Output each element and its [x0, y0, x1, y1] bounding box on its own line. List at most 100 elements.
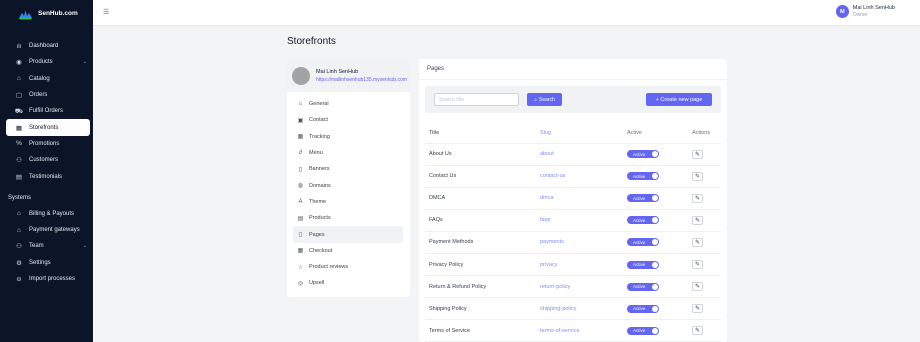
edit-button[interactable]: ✎ — [692, 193, 703, 203]
store-menu-general[interactable]: ⌂ General — [287, 96, 403, 112]
truck-icon: ⛟ — [14, 107, 24, 115]
store-menu-contact[interactable]: ▣ Contact — [287, 112, 403, 128]
brand[interactable]: SenHub.com — [0, 0, 93, 26]
sidebar-item-products[interactable]: ◉ Products ⌄ — [0, 54, 93, 70]
store-menu-domains[interactable]: ◍ Domains — [287, 177, 403, 193]
user-info: Mai Linh SenHub Owner — [853, 5, 895, 18]
store-url-link[interactable]: https://mailinhsenhub135.mysenhub.com — [316, 77, 407, 83]
page-title-cell: Return & Refund Policy — [425, 275, 540, 299]
edit-button[interactable]: ✎ — [692, 326, 703, 336]
percent-icon: % — [16, 140, 22, 148]
active-toggle[interactable]: Active — [627, 304, 659, 313]
store-menu-tracking[interactable]: ▦ Tracking — [287, 129, 403, 145]
user-role: Owner — [852, 11, 868, 18]
checkout-icon: ▦ — [297, 248, 304, 255]
store-avatar — [292, 66, 310, 85]
edit-button[interactable]: ✎ — [692, 260, 703, 270]
sidebar-item-payment-gateways[interactable]: ⌂ Payment gateways — [0, 222, 93, 238]
sidebar-item-testimonials[interactable]: ▤ Testimonials — [0, 168, 93, 184]
search-input[interactable] — [434, 93, 519, 106]
store-menu-label: Pages — [309, 231, 325, 238]
search-button[interactable]: ⌕ Search — [527, 93, 562, 106]
sidebar-item-orders[interactable]: ▢ Orders — [0, 87, 93, 103]
create-new-page-button[interactable]: + Create new page — [646, 93, 712, 106]
active-toggle[interactable]: Active — [627, 282, 659, 291]
team-icon: ⚇ — [16, 243, 22, 251]
store-menu-banners[interactable]: ▯ Banners — [287, 161, 403, 177]
sidebar-item-fulfill-orders[interactable]: ⛟ Fulfill Orders — [0, 103, 93, 119]
user-menu[interactable]: M Mai Linh SenHub Owner — [835, 5, 895, 18]
chevron-down-icon: ⌄ — [82, 243, 87, 250]
page-title-cell: DMCA — [425, 187, 540, 210]
store-menu-pages[interactable]: ▯ Pages — [293, 226, 403, 243]
store-menu-label: Domains — [309, 182, 331, 189]
active-toggle[interactable]: Active — [627, 172, 659, 181]
table-header: Title Slug Active Actions — [425, 123, 721, 144]
pencil-icon: ✎ — [694, 328, 701, 335]
active-toggle-label: Active — [633, 328, 646, 334]
page-slug-link[interactable]: about — [540, 143, 627, 166]
sidebar-item-billing-payouts[interactable]: ⌂ Billing & Payouts — [0, 206, 93, 222]
catalog-icon: ⌂ — [17, 75, 21, 83]
sidebar-item-settings[interactable]: ⚙ Settings — [0, 255, 93, 271]
table-row: Contact Us contact-us Active ✎ — [425, 165, 721, 188]
table-row: Return & Refund Policy return-policy Activ… — [425, 275, 721, 299]
store-menu-upsell[interactable]: ◎ Upsell — [287, 275, 403, 291]
page-slug-link[interactable]: payments — [540, 231, 627, 254]
active-toggle[interactable]: Active — [627, 326, 659, 335]
toggle-knob — [652, 173, 658, 180]
page-slug-link[interactable]: contact-us — [540, 165, 627, 188]
sidebar-item-customers[interactable]: ⚇ Customers — [0, 152, 93, 168]
page-slug-link[interactable]: terms-of-service — [540, 319, 627, 342]
store-name: Mai Linh SenHub — [316, 68, 359, 75]
bank-icon: ⌂ — [17, 226, 21, 234]
sidebar-item-dashboard[interactable]: ılı Dashboard — [0, 38, 93, 54]
menu-icon[interactable]: ☰ — [103, 8, 109, 16]
sidebar-item-catalog[interactable]: ⌂ Catalog — [0, 71, 93, 87]
edit-button[interactable]: ✎ — [692, 149, 703, 159]
sidebar-item-label: Products — [29, 59, 53, 66]
sidebar-item-team[interactable]: ⚇ Team ⌄ — [0, 238, 93, 254]
user-name: Mai Linh SenHub — [852, 5, 895, 11]
table-row: DMCA dmca Active ✎ — [425, 187, 721, 210]
pages-table: Title Slug Active Actions About Us about A… — [425, 123, 721, 342]
page-icon: ▯ — [298, 232, 303, 239]
link-icon: ∂ — [299, 150, 302, 157]
active-toggle[interactable]: Active — [627, 194, 659, 203]
edit-button[interactable]: ✎ — [692, 304, 703, 314]
page-title-cell: Contact Us — [425, 165, 540, 188]
page-slug-link[interactable]: return-policy — [540, 275, 627, 299]
page-slug-link[interactable]: privacy — [540, 253, 627, 277]
page-slug-link[interactable]: shipping-policy — [540, 297, 627, 321]
store-menu-theme[interactable]: A Theme — [287, 194, 403, 210]
store-menu-label: Menu — [309, 150, 323, 157]
page-title-cell: Shipping Policy — [425, 297, 540, 321]
active-toggle[interactable]: Active — [627, 150, 659, 159]
sidebar-item-promotions[interactable]: % Promotions — [0, 136, 93, 152]
store-menu-menu[interactable]: ∂ Menu — [287, 145, 403, 161]
active-toggle[interactable]: Active — [627, 238, 659, 247]
page-slug-link[interactable]: dmca — [540, 187, 627, 210]
sidebar-item-import-processes[interactable]: ⊖ Import processes — [0, 271, 93, 287]
page-slug-link[interactable]: faqs — [540, 209, 627, 232]
sidebar-item-label: Fulfill Orders — [29, 108, 64, 115]
edit-button[interactable]: ✎ — [692, 237, 703, 247]
sidebar-item-storefronts[interactable]: ▦ Storefronts — [6, 119, 90, 136]
edit-button[interactable]: ✎ — [692, 215, 703, 225]
active-toggle[interactable]: Active — [627, 216, 659, 225]
sidebar-item-label: Import processes — [29, 276, 76, 282]
sidebar-item-label: Settings — [29, 259, 51, 266]
store-menu-label: Banners — [309, 166, 330, 173]
pencil-icon: ✎ — [694, 284, 701, 291]
active-toggle[interactable]: Active — [627, 260, 659, 269]
pencil-icon: ✎ — [694, 239, 701, 246]
sidebar-item-label: Orders — [29, 92, 48, 99]
edit-button[interactable]: ✎ — [692, 282, 703, 292]
store-menu-product-reviews[interactable]: ☆ Product reviews — [287, 259, 403, 275]
toggle-knob — [652, 239, 658, 246]
pencil-icon: ✎ — [694, 306, 701, 313]
edit-button[interactable]: ✎ — [692, 171, 703, 181]
store-menu-products[interactable]: ▤ Products — [287, 210, 403, 226]
contact-icon: ▣ — [297, 117, 304, 124]
store-menu-checkout[interactable]: ▦ Checkout — [287, 243, 403, 259]
